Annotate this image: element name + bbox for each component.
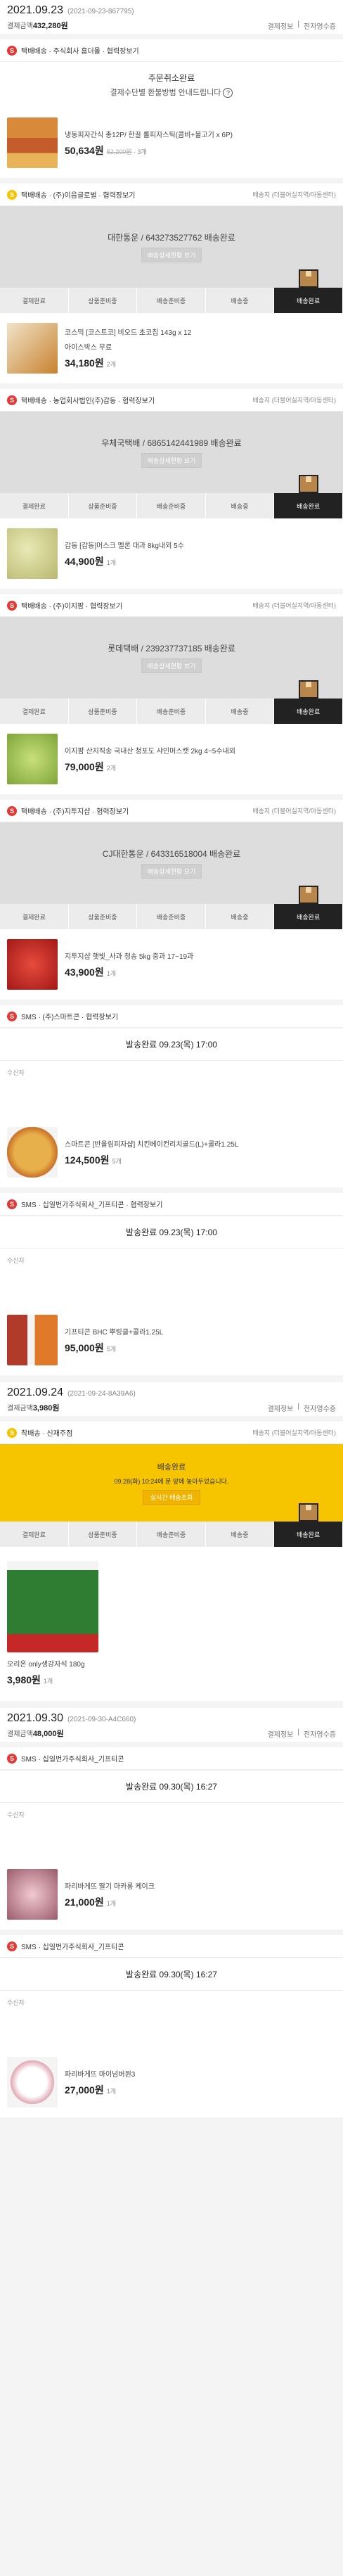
shipping-type-icon: S [7,805,17,816]
ship-status: 발송완료 09.23(목) 17:00 [0,1028,343,1061]
shipping-type-icon: S [7,45,17,56]
order-item-card: S SMS · (주)스마트콘 · 협력장보기 발송완료 09.23(목) 17:… [0,1005,343,1187]
product-thumbnail[interactable] [7,734,58,784]
shipping-type-icon: S [7,1753,17,1764]
cancel-notice: 주문취소완료 결제수단별 환불방법 안내드립니다 ? [0,62,343,108]
order-header: 2021.09.30 (2021-09-30-A4C660) 결제금액48,000… [0,1708,343,1742]
product-thumbnail[interactable] [7,1127,58,1178]
order-item-card: S 택배배송 · (주)이음글로벌 · 협력장보기 배송지 (더블어실지역/아동센터… [0,184,343,383]
shipping-type-icon: S [7,600,17,611]
delivery-address-link[interactable]: 배송지 (더블어실지역/아동센터) [252,190,336,199]
total-label: 결제금액 [7,23,33,30]
product-thumbnail[interactable] [7,1869,58,1920]
order-item-card: S 착배송 · 신재주점 배송지 (더블어실지역/아동센터) 배송완료 09.28(화… [0,1422,343,1701]
product-thumbnail[interactable] [7,1315,58,1365]
product-name[interactable]: 코스믹 [코스트코] 비오드 초코칩 143g x 12 [65,326,191,337]
seller-name[interactable]: 택배배송 · 주식회사 홈더몰 · 협력장보기 [21,45,139,56]
order-item-card: S 택배배송 · 농업회사법인(주)감동 · 협력장보기 배송지 (더블어실지역/아… [0,389,343,589]
order-item-card: S 택배배송 · (주)이지팜 · 협력장보기 배송지 (더블어실지역/아동센터) … [0,594,343,794]
product-price: 50,634원 [65,144,104,156]
order-item-card: S SMS · 십일번가주식회사_기프티콘 발송완료 09.30(목) 16:27… [0,1935,343,2117]
realtime-tracking-button[interactable]: 실시간 배송조회 [142,1490,201,1505]
product-thumbnail[interactable] [7,939,58,990]
product-name[interactable]: 냉동피자간식 총12P/ 한끌 롤피자스틱(콤비+불고기 x 6P) [65,129,233,139]
shipping-type-icon: S [7,1199,17,1209]
delivery-detail-button[interactable]: 배송상세현황 보기 [141,248,202,262]
box-icon [298,269,318,288]
help-icon[interactable]: ? [223,88,233,98]
tracking-info: 대한통운 / 643273527762 배송완료 [108,233,235,243]
product-thumbnail[interactable] [7,323,58,374]
shipping-type-icon: S [7,1427,17,1438]
product-thumbnail[interactable] [7,117,58,168]
seller-name[interactable]: 택배배송 · (주)이음글로벌 · 협력장보기 [21,189,135,200]
product-thumbnail[interactable] [7,2057,58,2108]
order-item-card: S SMS · 십일번가주식회사_기프티콘 · 협력장보기 발송완료 09.23(… [0,1193,343,1375]
receipt-link[interactable]: 전자영수증 [304,20,336,31]
total-amount: 432,280원 [32,22,68,30]
seller-name[interactable]: 택배배송 · 농업회사법인(주)감동 · 협력장보기 [21,395,155,405]
shipping-type-icon: S [7,395,17,405]
shipping-type-icon: S [7,189,17,200]
shipping-type-icon: S [7,1941,17,1951]
payment-info-link[interactable]: 결제정보 [268,20,294,31]
order-date: 2021.09.23 [7,4,64,16]
order-header: 2021.09.23 (2021-09-23-867795) 결제금액432,28… [0,0,343,34]
product-thumbnail[interactable] [7,1561,98,1652]
order-header: 2021.09.24 (2021-09-24-8A39A6) 결제금액3,980원… [0,1382,343,1416]
order-item-card: S SMS · 십일번가주식회사_기프티콘 발송완료 09.30(목) 16:27… [0,1747,343,1930]
shipping-type-icon: S [7,1011,17,1021]
order-item-card: S 택배배송 · (주)지투지샵 · 협력장보기 배송지 (더블어실지역/아동센터)… [0,800,343,1000]
product-thumbnail[interactable] [7,528,58,579]
order-code: (2021-09-23-867795) [67,8,134,15]
delivery-steps: 결제완료 상품준비중 배송준비중 배송중 배송완료 [0,269,343,313]
